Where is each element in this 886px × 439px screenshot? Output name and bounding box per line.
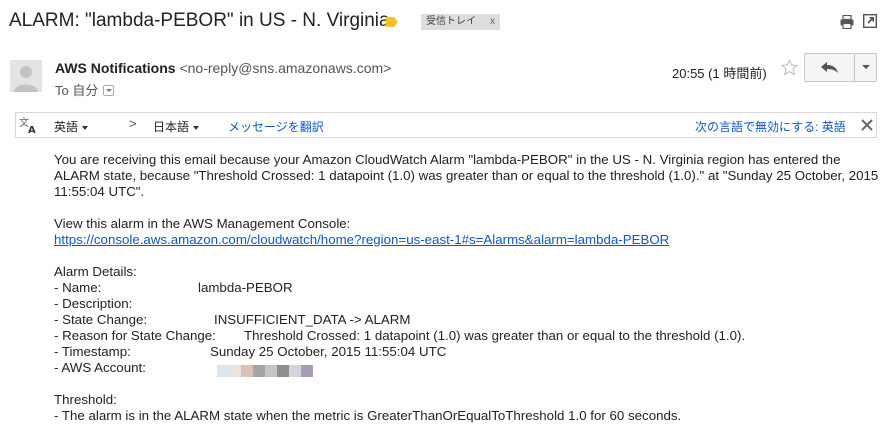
detail-label: - Name: bbox=[54, 280, 102, 295]
label-tag-icon bbox=[386, 17, 398, 27]
svg-text:A: A bbox=[28, 125, 36, 134]
recipient-line: To 自分 bbox=[55, 80, 115, 99]
inbox-label-chip[interactable]: 受信トレイ x bbox=[421, 14, 500, 30]
disable-translation-link[interactable]: 次の言語で無効にする: 英語 bbox=[695, 118, 846, 135]
alarm-details-heading: Alarm Details: bbox=[54, 264, 137, 279]
detail-row-state-change: - State Change: INSUFFICIENT_DATA -> ALA… bbox=[54, 312, 884, 328]
chevron-down-icon bbox=[82, 125, 89, 130]
reply-button[interactable] bbox=[805, 54, 853, 81]
threshold-heading: Threshold: bbox=[54, 392, 117, 407]
close-icon[interactable] bbox=[861, 117, 873, 131]
detail-row-account: - AWS Account: bbox=[54, 360, 884, 377]
new-window-icon[interactable] bbox=[863, 14, 877, 28]
source-language-label: 英語 bbox=[54, 120, 79, 134]
detail-label: - Timestamp: bbox=[54, 344, 131, 359]
sender-email: <no-reply@sns.amazonaws.com> bbox=[179, 60, 392, 76]
detail-label: - Reason for State Change: bbox=[54, 328, 216, 343]
detail-row-description: - Description: bbox=[54, 296, 884, 312]
detail-value: lambda-PEBOR bbox=[198, 280, 293, 295]
intro-paragraph: You are receiving this email because you… bbox=[54, 152, 879, 199]
avatar[interactable] bbox=[10, 60, 42, 92]
detail-label: - State Change: bbox=[54, 312, 148, 327]
email-subject: ALARM: "lambda-PEBOR" in US - N. Virgini… bbox=[9, 10, 390, 31]
detail-value: INSUFFICIENT_DATA -> ALARM bbox=[214, 312, 411, 327]
detail-value: Threshold Crossed: 1 datapoint (1.0) was… bbox=[244, 328, 746, 343]
avatar-icon bbox=[14, 66, 38, 92]
detail-row-timestamp: - Timestamp: Sunday 25 October, 2015 11:… bbox=[54, 344, 884, 360]
remove-label-button[interactable]: x bbox=[490, 16, 495, 27]
console-link[interactable]: https://console.aws.amazon.com/cloudwatc… bbox=[54, 232, 669, 247]
redacted-account-id bbox=[217, 365, 313, 377]
star-icon[interactable] bbox=[781, 59, 798, 76]
detail-label: - AWS Account: bbox=[54, 360, 146, 375]
target-language-label: 日本語 bbox=[153, 120, 190, 134]
detail-row-reason: - Reason for State Change: Threshold Cro… bbox=[54, 328, 884, 344]
target-language-select[interactable]: 日本語 bbox=[153, 118, 200, 135]
chevron-down-icon bbox=[193, 125, 200, 130]
detail-row-name: - Name: lambda-PEBOR bbox=[54, 280, 884, 296]
translate-message-link[interactable]: メッセージを翻訳 bbox=[228, 118, 324, 135]
translate-icon: 文 A bbox=[19, 116, 36, 134]
more-options-icon[interactable] bbox=[854, 54, 877, 81]
console-text: View this alarm in the AWS Management Co… bbox=[54, 216, 351, 231]
language-arrow: > bbox=[129, 116, 137, 131]
print-icon[interactable] bbox=[840, 15, 854, 29]
sender: AWS Notifications <no-reply@sns.amazonaw… bbox=[55, 60, 391, 76]
inbox-label-text: 受信トレイ bbox=[426, 16, 476, 27]
detail-value: Sunday 25 October, 2015 11:55:04 UTC bbox=[210, 344, 447, 359]
reply-button-group bbox=[804, 53, 877, 82]
recipient-text: To 自分 bbox=[55, 83, 99, 98]
threshold-text: - The alarm is in the ALARM state when t… bbox=[54, 408, 682, 423]
translate-bar: 文 A 英語 > 日本語 メッセージを翻訳 次の言語で無効にする: 英語 bbox=[15, 112, 877, 138]
sender-name[interactable]: AWS Notifications bbox=[55, 60, 176, 76]
email-body: You are receiving this email because you… bbox=[54, 152, 884, 424]
detail-label: - Description: bbox=[54, 296, 133, 311]
reply-icon bbox=[821, 62, 838, 73]
source-language-select[interactable]: 英語 bbox=[54, 118, 89, 135]
show-details-dropdown[interactable] bbox=[103, 85, 115, 97]
message-time: 20:55 (1 時間前) bbox=[672, 66, 767, 81]
subject-bar: ALARM: "lambda-PEBOR" in US - N. Virgini… bbox=[0, 0, 886, 44]
